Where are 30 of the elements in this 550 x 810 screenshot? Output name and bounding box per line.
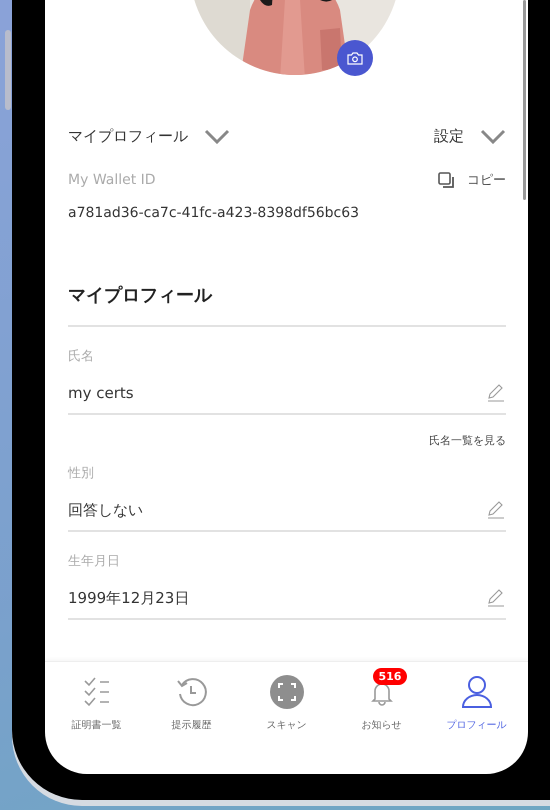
chevron-down-icon [480,128,506,144]
edit-icon[interactable] [486,383,506,403]
wallet-id: a781ad36-ca7c-41fc-a423-8398df56bc63 [68,205,360,221]
field-value: my certs [68,384,134,402]
tab-item[interactable]: プロフィール [432,662,522,732]
person-icon [460,675,492,709]
scan-icon [270,675,304,709]
edit-icon[interactable] [486,500,506,520]
tab-item[interactable]: 提示履歴 [146,662,236,732]
field-value: 回答しない [68,500,143,520]
camera-button[interactable] [337,40,373,76]
field-label: 性別 [68,465,95,482]
profile-dropdown[interactable]: マイプロフィール [68,126,230,146]
view-names-link[interactable]: 氏名一覧を見る [429,433,506,448]
settings-dropdown[interactable]: 設定 [434,126,506,146]
copy-button[interactable]: コピー [438,171,506,189]
chevron-down-icon [204,128,230,144]
tab-item[interactable]: 証明書一覧 [52,662,142,732]
tab-item[interactable]: スキャン [242,662,332,732]
field-label: 生年月日 [68,553,121,570]
copy-icon [438,172,455,188]
notification-count: 516 [372,668,408,685]
history-icon [174,675,208,709]
field-value: 1999年12月23日 [68,588,190,608]
section-title: マイプロフィール [68,283,506,327]
tab-item[interactable]: 516 お知らせ [336,662,426,732]
wallet-id-label: My Wallet ID [68,172,156,188]
field-label: 氏名 [68,348,95,365]
camera-icon [347,52,363,64]
edit-icon[interactable] [486,588,506,608]
